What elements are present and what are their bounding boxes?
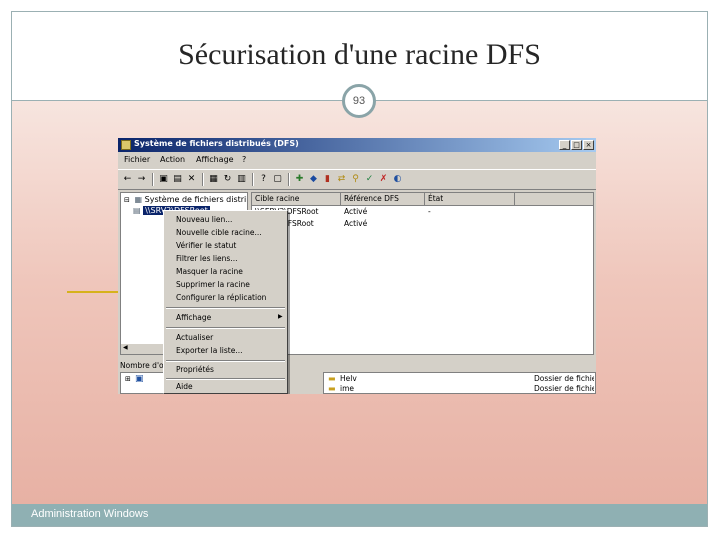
footer-bar: Administration Windows — [12, 504, 707, 526]
dfs-console-screenshot: Système de fichiers distribués (DFS) _ □… — [118, 138, 596, 394]
minimize-button[interactable]: _ — [559, 140, 570, 150]
column-cible-racine[interactable]: Cible racine — [252, 193, 341, 205]
folder-icon: ▬ — [328, 374, 336, 383]
toolbar-separator — [252, 173, 254, 186]
menu-action[interactable]: Action — [160, 155, 185, 164]
lower-file-list[interactable]: ▬ Helv Dossier de fichie ▬ ime Dossier d… — [323, 372, 596, 394]
tree-expand-icon[interactable]: ⊟ — [124, 196, 132, 204]
forward-arrow-icon[interactable]: → — [136, 174, 147, 185]
toolbar-separator — [202, 173, 204, 186]
row-state: - — [428, 207, 431, 216]
window-title: Système de fichiers distribués (DFS) — [134, 139, 299, 148]
menu-fichier[interactable]: Fichier — [124, 155, 150, 164]
table-row[interactable]: \\SERV\DFSRoot Activé — [252, 219, 593, 230]
menu-item-exporter-liste[interactable]: Exporter la liste... — [176, 346, 242, 355]
toolbar-separator — [288, 173, 290, 186]
tree-root[interactable]: ⊟ ▦ Système de fichiers distribués — [124, 195, 247, 204]
close-button[interactable]: × — [583, 140, 594, 150]
context-menu: Nouveau lien... Nouvelle cible racine...… — [163, 210, 288, 394]
lower-tree-pane[interactable]: ⊞ ▣ — [120, 372, 164, 394]
console-icon[interactable]: ▢ — [272, 174, 283, 185]
dfs-root-icon: ▤ — [133, 206, 141, 215]
replication-icon[interactable]: ⇄ — [336, 174, 347, 185]
new-target-icon[interactable]: ◆ — [308, 174, 319, 185]
menu-item-verifier-statut[interactable]: Vérifier le statut — [176, 241, 236, 250]
submenu-arrow-icon: ▶ — [278, 313, 283, 320]
list-item[interactable]: ▬ ime Dossier de fichie — [324, 384, 595, 394]
menu-item-nouveau-lien[interactable]: Nouveau lien... — [176, 215, 232, 224]
table-row[interactable]: \\SERV2\DFSRoot Activé - — [252, 207, 593, 218]
menu-help[interactable]: ? — [242, 155, 246, 164]
list-header: Cible racine Référence DFS État — [252, 193, 593, 206]
tree-expand-icon[interactable]: ⊞ — [125, 375, 131, 383]
computer-icon: ▣ — [135, 374, 144, 384]
menu-separator — [166, 360, 285, 362]
back-arrow-icon[interactable]: ← — [122, 174, 133, 185]
menubar: Fichier Action Affichage ? — [118, 153, 596, 167]
column-etat[interactable]: État — [425, 193, 515, 205]
file-name: ime — [340, 384, 355, 393]
footer-text: Administration Windows — [31, 508, 149, 520]
maximize-button[interactable]: □ — [571, 140, 582, 150]
tree-root-label: Système de fichiers distribués — [144, 195, 247, 204]
slide: Sécurisation d'une racine DFS Administra… — [0, 0, 720, 540]
view-icon[interactable]: ◐ — [392, 174, 403, 185]
menu-affichage[interactable]: Affichage — [196, 155, 234, 164]
folder-icon: ▬ — [328, 384, 336, 393]
menu-item-nouvelle-cible-racine[interactable]: Nouvelle cible racine... — [176, 228, 262, 237]
toolbar-separator — [152, 173, 154, 186]
export-list-icon[interactable]: ▥ — [236, 174, 247, 185]
menu-item-aide[interactable]: Aide — [176, 382, 193, 391]
menu-item-supprimer-racine[interactable]: Supprimer la racine — [176, 280, 250, 289]
up-folder-icon[interactable]: ▣ — [158, 174, 169, 185]
page-number-badge: 93 — [342, 84, 376, 118]
help-icon[interactable]: ? — [258, 174, 269, 185]
menu-item-proprietes[interactable]: Propriétés — [176, 365, 214, 374]
list-pane[interactable]: Cible racine Référence DFS État \\SERV2\… — [251, 192, 594, 355]
properties-icon[interactable]: ▦ — [208, 174, 219, 185]
menu-item-masquer-racine[interactable]: Masquer la racine — [176, 267, 243, 276]
toolbar: ← → ▣ ▤ ✕ ▦ ↻ ▥ ? ▢ ✚ ◆ ▮ ⇄ ⚲ ✓ ✗ ◐ — [118, 169, 596, 190]
bar-chart-icon[interactable]: ▮ — [322, 174, 333, 185]
file-type: Dossier de fichie — [534, 384, 594, 393]
new-link-icon[interactable]: ✚ — [294, 174, 305, 185]
column-reference-dfs[interactable]: Référence DFS — [341, 193, 425, 205]
check-status-icon[interactable]: ✓ — [364, 174, 375, 185]
dfs-app-icon — [121, 140, 131, 150]
file-type: Dossier de fichie — [534, 374, 594, 383]
file-name: Helv — [340, 374, 357, 383]
show-tree-icon[interactable]: ▤ — [172, 174, 183, 185]
refresh-icon[interactable]: ↻ — [222, 174, 233, 185]
menu-separator — [166, 378, 285, 380]
menu-item-filtrer-liens[interactable]: Filtrer les liens... — [176, 254, 237, 263]
dfs-tree-icon: ▦ — [134, 195, 143, 204]
remove-icon[interactable]: ✗ — [378, 174, 389, 185]
scroll-left-icon[interactable]: ◀ — [123, 344, 128, 351]
menu-separator — [166, 327, 285, 329]
slide-title: Sécurisation d'une racine DFS — [178, 38, 541, 71]
list-item[interactable]: ▬ Helv Dossier de fichie — [324, 374, 595, 384]
window-titlebar: Système de fichiers distribués (DFS) _ □… — [118, 138, 596, 152]
row-ref: Activé — [344, 207, 368, 216]
row-ref: Activé — [344, 219, 368, 228]
menu-item-affichage[interactable]: Affichage — [176, 313, 211, 322]
delete-icon[interactable]: ✕ — [186, 174, 197, 185]
menu-item-actualiser[interactable]: Actualiser — [176, 333, 213, 342]
menu-item-configurer-replication[interactable]: Configurer la réplication — [176, 293, 266, 302]
menu-separator — [166, 307, 285, 309]
filter-icon[interactable]: ⚲ — [350, 174, 361, 185]
